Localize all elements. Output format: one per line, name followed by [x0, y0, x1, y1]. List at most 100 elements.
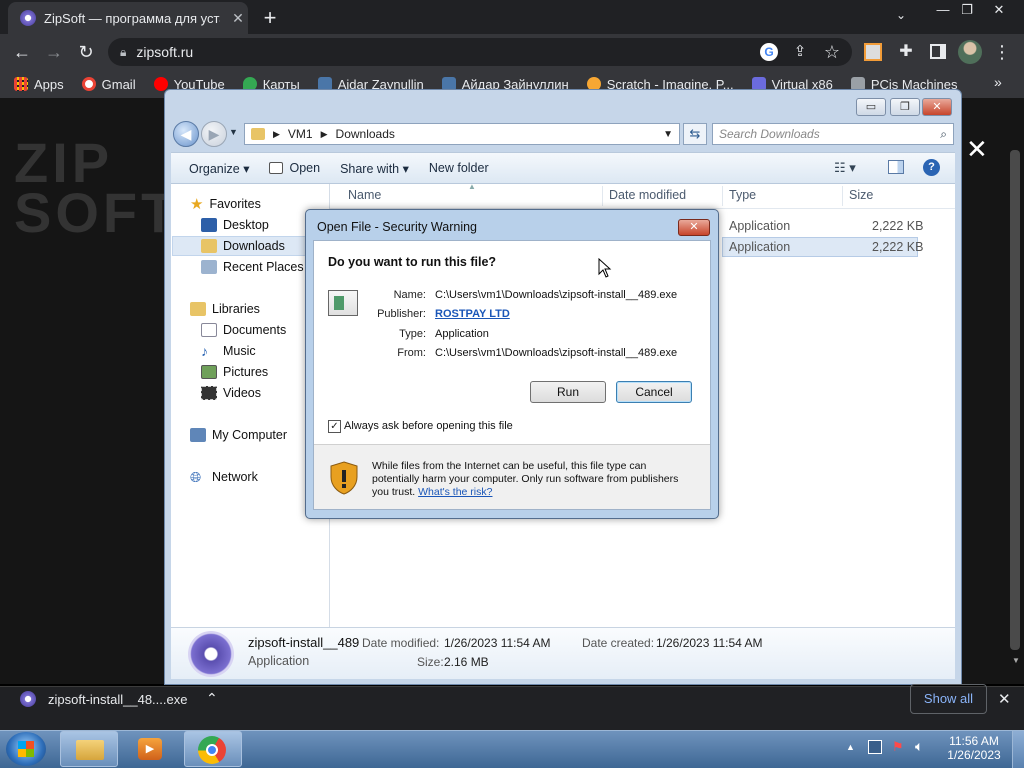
- explorer-forward-icon[interactable]: ▶: [201, 121, 227, 147]
- always-ask-checkbox[interactable]: ✓: [328, 420, 341, 433]
- breadcrumb-vm1[interactable]: VM1: [288, 127, 313, 141]
- nav-network[interactable]: 🌐︎ Network: [190, 467, 258, 487]
- youtube-icon: [153, 77, 168, 91]
- nav-videos[interactable]: Videos: [201, 383, 261, 403]
- run-button[interactable]: Run: [530, 381, 606, 403]
- url-text: zipsoft.ru: [136, 44, 194, 60]
- shield-warning-icon: [330, 461, 358, 495]
- address-bar[interactable]: 🔒︎ zipsoft.ru: [108, 38, 852, 66]
- help-icon[interactable]: ?: [923, 159, 940, 176]
- nav-favorites[interactable]: ★ Favorites: [190, 194, 261, 214]
- restore-button[interactable]: ❐: [950, 0, 984, 20]
- window-close-button[interactable]: ✕: [980, 0, 1018, 20]
- nav-recent-places[interactable]: Recent Places: [201, 257, 304, 277]
- browser-tab[interactable]: ZipSoft — программа для устан ✕: [8, 2, 248, 34]
- column-header-name[interactable]: Name: [348, 188, 381, 202]
- preview-pane-icon[interactable]: [888, 160, 904, 174]
- open-button[interactable]: Open: [269, 161, 320, 175]
- row-2-type[interactable]: Application: [729, 240, 790, 254]
- nav-my-computer[interactable]: My Computer: [190, 425, 287, 445]
- explorer-maximize-button[interactable]: ❐: [890, 98, 920, 116]
- tray-clock[interactable]: 11:56 AM 1/26/2023: [944, 734, 1004, 762]
- computer-icon: [190, 428, 206, 442]
- whats-the-risk-link[interactable]: What's the risk?: [418, 486, 492, 498]
- new-folder-button[interactable]: New folder: [429, 161, 489, 175]
- nav-downloads[interactable]: Downloads: [201, 236, 285, 256]
- scrollbar-thumb[interactable]: [1010, 150, 1020, 650]
- tray-volume-icon[interactable]: 🔈︎: [915, 738, 923, 755]
- show-desktop-button[interactable]: [1012, 731, 1024, 768]
- google-icon[interactable]: G: [760, 43, 778, 61]
- publisher-link[interactable]: ROSTPAY LTD: [435, 308, 510, 320]
- tab-close-icon[interactable]: ✕: [228, 10, 248, 27]
- puzzle-extensions-icon[interactable]: ✚: [894, 40, 918, 64]
- bookmark-star-icon[interactable]: ☆: [820, 40, 844, 64]
- extension-icon[interactable]: [864, 43, 882, 61]
- bookmark-apps[interactable]: Apps: [14, 77, 64, 92]
- row-1-size[interactable]: 2,222 KB: [872, 219, 923, 233]
- download-filename[interactable]: zipsoft-install__48....exe: [48, 692, 187, 707]
- more-bookmarks-icon[interactable]: »: [994, 74, 1002, 90]
- nav-pictures[interactable]: Pictures: [201, 362, 268, 382]
- tray-network-icon[interactable]: [868, 740, 882, 754]
- column-divider: [842, 186, 843, 206]
- zipsoft-file-icon: [188, 631, 234, 677]
- reload-icon[interactable]: ↻: [74, 40, 98, 64]
- column-header-type[interactable]: Type: [729, 188, 756, 202]
- tray-overflow-icon[interactable]: ▲: [846, 742, 855, 752]
- organize-button[interactable]: Organize ▾: [189, 161, 249, 176]
- from-label: From:: [397, 347, 426, 359]
- column-divider: [722, 186, 723, 206]
- dialog-question: Do you want to run this file?: [328, 255, 497, 269]
- profile-avatar[interactable]: [958, 40, 982, 64]
- refresh-icon[interactable]: ⇆: [683, 123, 707, 145]
- menu-kebab-icon[interactable]: ⋮: [990, 40, 1014, 64]
- column-header-size[interactable]: Size: [849, 188, 873, 202]
- new-tab-button[interactable]: +: [258, 5, 282, 31]
- start-button[interactable]: [6, 732, 46, 766]
- explorer-back-icon[interactable]: ◀: [173, 121, 199, 147]
- always-ask-label[interactable]: Always ask before opening this file: [344, 420, 513, 432]
- dialog-close-button[interactable]: ✕: [678, 219, 710, 236]
- overlay-close-icon[interactable]: ✕: [966, 134, 988, 165]
- column-divider: [602, 186, 603, 206]
- taskbar-explorer[interactable]: [60, 731, 118, 767]
- download-menu-chevron-icon[interactable]: ⌃: [206, 690, 218, 707]
- chrome-icon: [198, 736, 226, 764]
- downloads-folder-icon: [201, 239, 217, 253]
- taskbar-media-player[interactable]: ▶: [122, 731, 180, 767]
- nav-music[interactable]: ♪ Music: [201, 341, 256, 361]
- app-icon-mark: [334, 296, 344, 310]
- cancel-button[interactable]: Cancel: [616, 381, 692, 403]
- breadcrumb-downloads[interactable]: Downloads: [336, 127, 395, 141]
- explorer-close-button[interactable]: ✕: [922, 98, 952, 116]
- share-with-button[interactable]: Share with ▾: [340, 161, 409, 176]
- scroll-down-icon[interactable]: ▼: [1012, 656, 1020, 665]
- row-1-type[interactable]: Application: [729, 219, 790, 233]
- address-dropdown-icon[interactable]: ▼: [663, 129, 673, 140]
- explorer-search-input[interactable]: Search Downloads ⌕: [712, 123, 954, 145]
- search-icon[interactable]: ⌕: [940, 127, 947, 142]
- side-panel-icon[interactable]: [930, 44, 946, 59]
- lock-icon[interactable]: 🔒︎: [120, 45, 126, 60]
- explorer-address-bar[interactable]: ▶ VM1 ▶ Downloads ▼: [244, 123, 680, 145]
- download-shelf-close-icon[interactable]: ✕: [998, 690, 1011, 708]
- nav-documents[interactable]: Documents: [201, 320, 286, 340]
- back-icon[interactable]: ←: [10, 40, 34, 64]
- nav-libraries[interactable]: Libraries: [190, 299, 260, 319]
- bookmark-gmail[interactable]: Gmail: [81, 77, 136, 92]
- column-header-date-modified[interactable]: Date modified: [609, 188, 686, 202]
- nav-desktop[interactable]: Desktop: [201, 215, 269, 235]
- from-value: C:\Users\vm1\Downloads\zipsoft-install__…: [435, 347, 678, 359]
- recent-pages-icon[interactable]: ▼: [229, 127, 238, 137]
- row-2-size[interactable]: 2,222 KB: [872, 240, 923, 254]
- share-icon[interactable]: ⇪: [788, 40, 812, 64]
- tray-action-center-icon[interactable]: ⚑: [892, 739, 904, 755]
- details-created-value: 1/26/2023 11:54 AM: [656, 636, 763, 650]
- view-options-icon[interactable]: ☷ ▾: [834, 160, 856, 176]
- taskbar-chrome[interactable]: [184, 731, 242, 767]
- tab-search-icon[interactable]: ⌄: [896, 8, 906, 22]
- explorer-minimize-button[interactable]: ▭: [856, 98, 886, 116]
- forward-icon[interactable]: →: [42, 40, 66, 64]
- show-all-button[interactable]: Show all: [910, 684, 987, 714]
